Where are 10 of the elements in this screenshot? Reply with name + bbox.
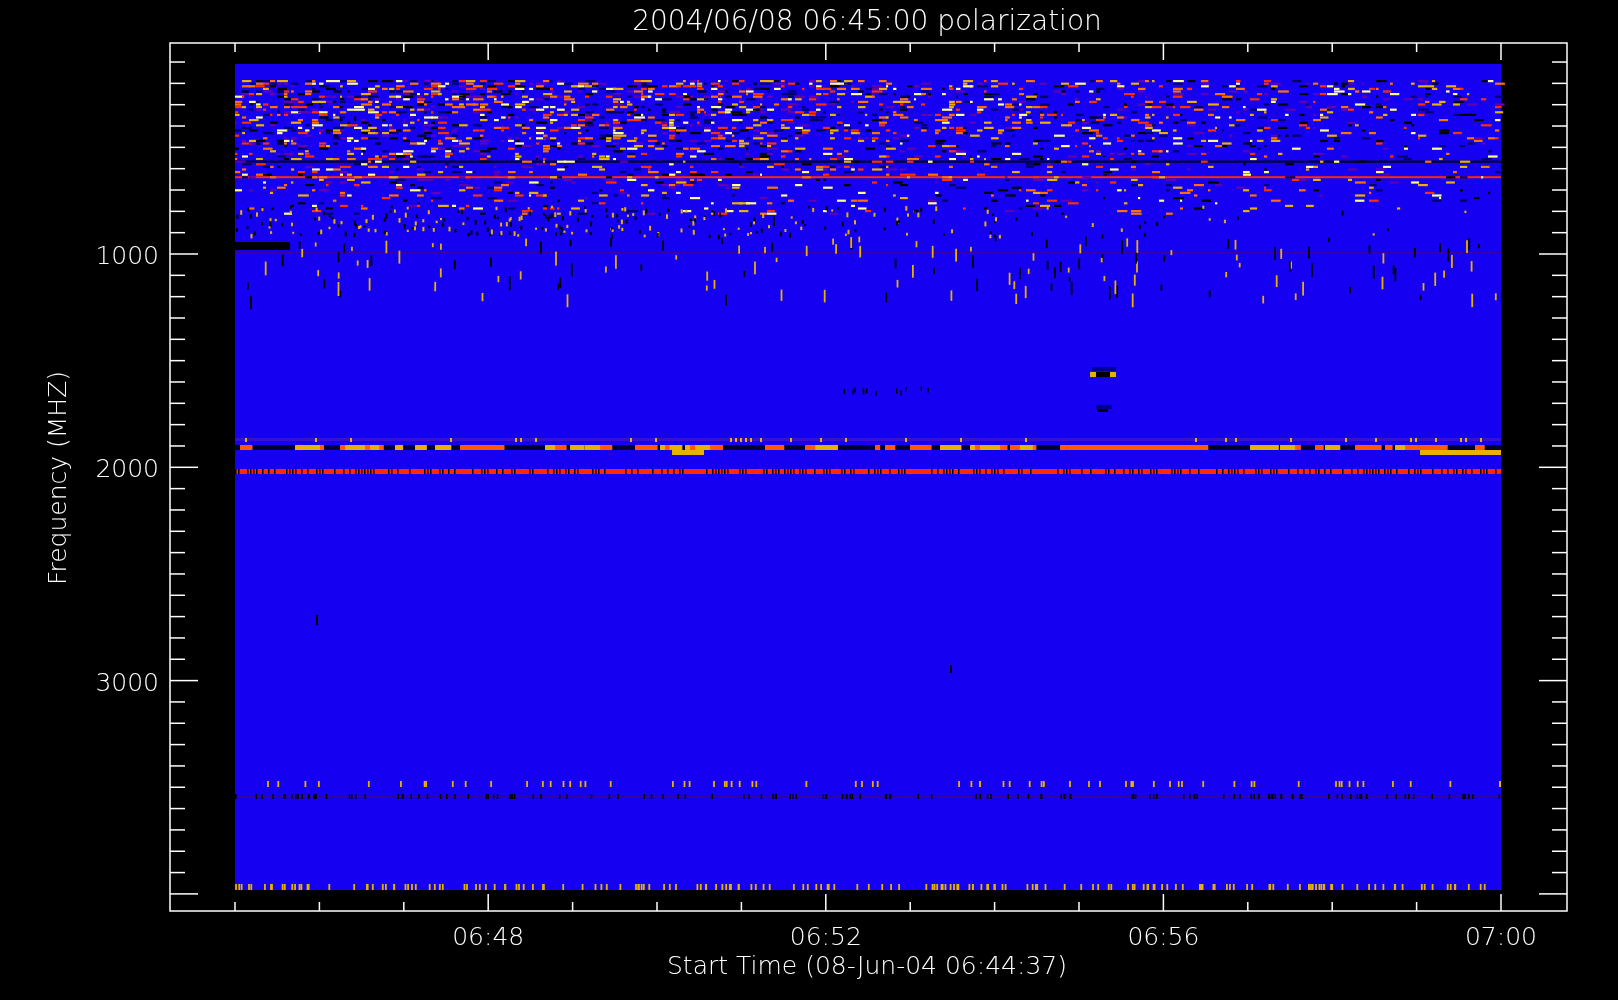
x-tick-label: 06:52 (789, 922, 862, 951)
chart-title: 2004/06/08 06:45:00 polarization (632, 4, 1102, 37)
y-tick-label: 2000 (95, 454, 159, 484)
x-tick-label: 07:00 (1465, 922, 1537, 951)
x-tick-label: 06:56 (1127, 922, 1200, 951)
x-axis-label: Start Time (08-Jun-04 06:44:37) (667, 951, 1067, 980)
y-tick-label: 1000 (95, 241, 159, 270)
x-tick-label: 06:48 (452, 922, 525, 951)
y-tick-label: 3000 (95, 667, 159, 697)
y-axis-label: Frequency (MHZ) (43, 370, 72, 586)
